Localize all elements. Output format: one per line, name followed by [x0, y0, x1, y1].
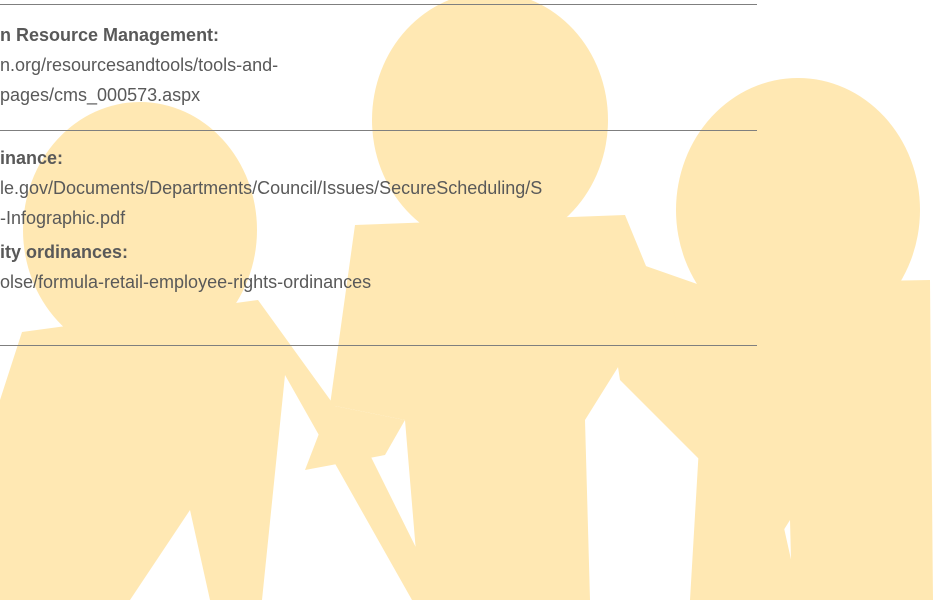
- reference-link-line[interactable]: le.gov/Documents/Departments/Council/Iss…: [0, 173, 780, 203]
- references-page: n Resource Management: n.org/resourcesan…: [0, 0, 933, 600]
- reference-link-line[interactable]: pages/cms_000573.aspx: [0, 80, 780, 110]
- reference-entry-city-ordinances: ity ordinances: olse/formula-retail-empl…: [0, 237, 780, 297]
- reference-link-line[interactable]: olse/formula-retail-employee-rights-ordi…: [0, 267, 780, 297]
- reference-link-line[interactable]: n.org/resourcesandtools/tools-and-: [0, 50, 780, 80]
- reference-heading: n Resource Management:: [0, 25, 220, 45]
- reference-heading: ity ordinances:: [0, 242, 129, 262]
- reference-link-line[interactable]: -Infographic.pdf: [0, 203, 780, 233]
- divider-bottom: [0, 345, 757, 346]
- reference-entry-ordinance: inance: le.gov/Documents/Departments/Cou…: [0, 143, 780, 233]
- divider-top: [0, 4, 757, 5]
- reference-entry-hrm: n Resource Management: n.org/resourcesan…: [0, 20, 780, 110]
- divider-middle: [0, 130, 757, 131]
- reference-heading: inance:: [0, 148, 64, 168]
